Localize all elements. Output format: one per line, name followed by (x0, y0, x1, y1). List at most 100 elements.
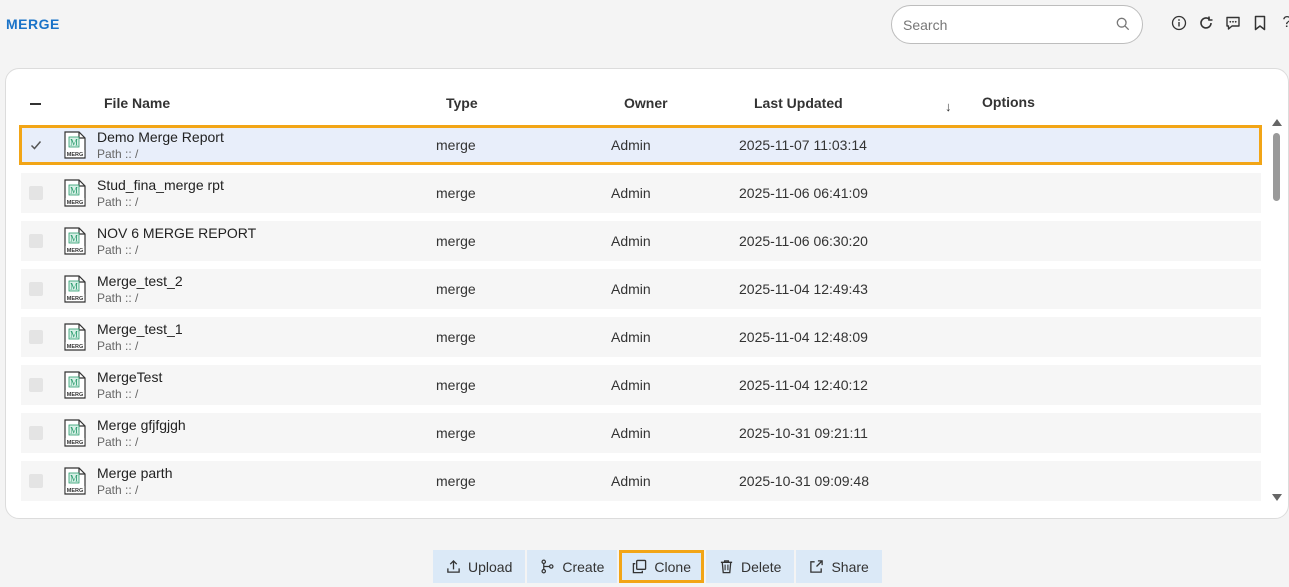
file-last-updated: 2025-11-04 12:48:09 (739, 329, 868, 345)
file-type: merge (436, 137, 476, 153)
file-last-updated: 2025-11-07 11:03:14 (739, 137, 867, 153)
file-name[interactable]: NOV 6 MERGE REPORT (97, 225, 256, 241)
search-box[interactable] (891, 5, 1143, 44)
file-owner: Admin (611, 281, 651, 297)
file-last-updated: 2025-10-31 09:09:48 (739, 473, 869, 489)
vertical-scrollbar[interactable] (1271, 117, 1283, 501)
scroll-up-arrow-icon[interactable] (1272, 119, 1282, 126)
file-last-updated: 2025-11-06 06:41:09 (739, 185, 868, 201)
doc-icon-badge: MERG (67, 344, 84, 350)
table-row[interactable]: M MERG NOV 6 MERGE REPORT Path :: / merg… (21, 221, 1261, 261)
column-type[interactable]: Type (446, 95, 478, 111)
upload-button[interactable]: Upload (433, 550, 526, 583)
deselect-all-toggle[interactable] (30, 103, 41, 105)
share-icon (810, 560, 824, 573)
file-last-updated: 2025-11-04 12:40:12 (739, 377, 868, 393)
file-path: Path :: / (97, 339, 139, 353)
help-icon[interactable]: ? (1278, 14, 1289, 32)
file-last-updated: 2025-10-31 09:21:11 (739, 425, 868, 441)
file-type: merge (436, 329, 476, 345)
column-owner[interactable]: Owner (624, 95, 668, 111)
row-checkbox[interactable] (29, 234, 43, 248)
file-path: Path :: / (97, 291, 139, 305)
file-owner: Admin (611, 377, 651, 393)
file-name[interactable]: Stud_fina_merge rpt (97, 177, 224, 193)
copy-icon (633, 559, 647, 574)
create-button[interactable]: Create (527, 550, 618, 583)
file-name[interactable]: Merge_test_1 (97, 321, 183, 337)
file-name[interactable]: MergeTest (97, 369, 162, 385)
delete-button[interactable]: Delete (706, 550, 795, 583)
comment-icon[interactable] (1224, 14, 1242, 32)
merge-document-icon: M MERG (64, 419, 86, 447)
table-row[interactable]: M MERG Merge parth Path :: / merge Admin… (21, 461, 1261, 501)
row-checkbox[interactable] (29, 330, 43, 344)
row-checkbox[interactable] (29, 426, 43, 440)
checkmark-icon[interactable] (29, 138, 43, 152)
sort-descending-icon[interactable]: ↓ (945, 99, 952, 114)
doc-icon-badge: MERG (67, 200, 84, 206)
file-name[interactable]: Demo Merge Report (97, 129, 224, 145)
delete-label: Delete (741, 558, 782, 575)
doc-icon-letter: M (70, 426, 78, 436)
merge-document-icon: M MERG (64, 323, 86, 351)
doc-icon-badge: MERG (67, 488, 84, 494)
row-checkbox[interactable] (29, 474, 43, 488)
info-icon[interactable] (1170, 14, 1188, 32)
table-row[interactable]: M MERG Merge gfjfgjgh Path :: / merge Ad… (21, 413, 1261, 453)
file-path: Path :: / (97, 435, 139, 449)
search-icon[interactable] (1116, 17, 1130, 31)
file-name[interactable]: Merge gfjfgjgh (97, 417, 186, 433)
doc-icon-letter: M (70, 282, 78, 292)
doc-icon-badge: MERG (67, 248, 84, 254)
branch-icon (541, 559, 554, 574)
column-file-name[interactable]: File Name (104, 95, 170, 111)
file-path: Path :: / (97, 243, 139, 257)
bookmark-icon[interactable] (1251, 14, 1269, 32)
file-last-updated: 2025-11-06 06:30:20 (739, 233, 868, 249)
file-name[interactable]: Merge parth (97, 465, 172, 481)
header-icons: ? (1170, 14, 1289, 32)
row-checkbox[interactable] (29, 186, 43, 200)
file-type: merge (436, 377, 476, 393)
file-path: Path :: / (97, 195, 139, 209)
table-row[interactable]: M MERG Merge_test_1 Path :: / merge Admi… (21, 317, 1261, 357)
doc-icon-badge: MERG (67, 152, 84, 158)
doc-icon-badge: MERG (67, 440, 84, 446)
refresh-icon[interactable] (1197, 14, 1215, 32)
clone-button[interactable]: Clone (619, 550, 704, 583)
column-last-updated[interactable]: Last Updated (754, 95, 843, 111)
doc-icon-badge: MERG (67, 392, 84, 398)
merge-document-icon: M MERG (64, 227, 86, 255)
table-row[interactable]: M MERG Merge_test_2 Path :: / merge Admi… (21, 269, 1261, 309)
file-owner: Admin (611, 473, 651, 489)
column-options: Options (982, 94, 1035, 110)
file-path: Path :: / (97, 483, 139, 497)
search-input[interactable] (903, 14, 1108, 36)
merge-document-icon: M MERG (64, 131, 86, 159)
file-type: merge (436, 473, 476, 489)
file-type: merge (436, 425, 476, 441)
row-checkbox[interactable] (29, 282, 43, 296)
share-button[interactable]: Share (796, 550, 882, 583)
upload-label: Upload (468, 558, 513, 575)
upload-icon (447, 559, 460, 573)
doc-icon-letter: M (70, 330, 78, 340)
doc-icon-letter: M (70, 186, 78, 196)
table-row[interactable]: M MERG Demo Merge Report Path :: / merge… (21, 125, 1261, 165)
share-label: Share (831, 558, 869, 575)
table-row[interactable]: M MERG MergeTest Path :: / merge Admin 2… (21, 365, 1261, 405)
file-last-updated: 2025-11-04 12:49:43 (739, 281, 868, 297)
file-name[interactable]: Merge_test_2 (97, 273, 183, 289)
scroll-down-arrow-icon[interactable] (1272, 494, 1282, 501)
doc-icon-letter: M (70, 138, 78, 148)
action-toolbar: Upload Create Clone Delete Share (433, 550, 882, 583)
trash-icon (720, 560, 733, 574)
file-path: Path :: / (97, 147, 139, 161)
table-row[interactable]: M MERG Stud_fina_merge rpt Path :: / mer… (21, 173, 1261, 213)
row-checkbox[interactable] (29, 378, 43, 392)
file-type: merge (436, 281, 476, 297)
scroll-thumb[interactable] (1273, 133, 1280, 201)
file-list-card: File Name Type Owner Last Updated ↓ Opti… (5, 68, 1289, 519)
file-owner: Admin (611, 425, 651, 441)
